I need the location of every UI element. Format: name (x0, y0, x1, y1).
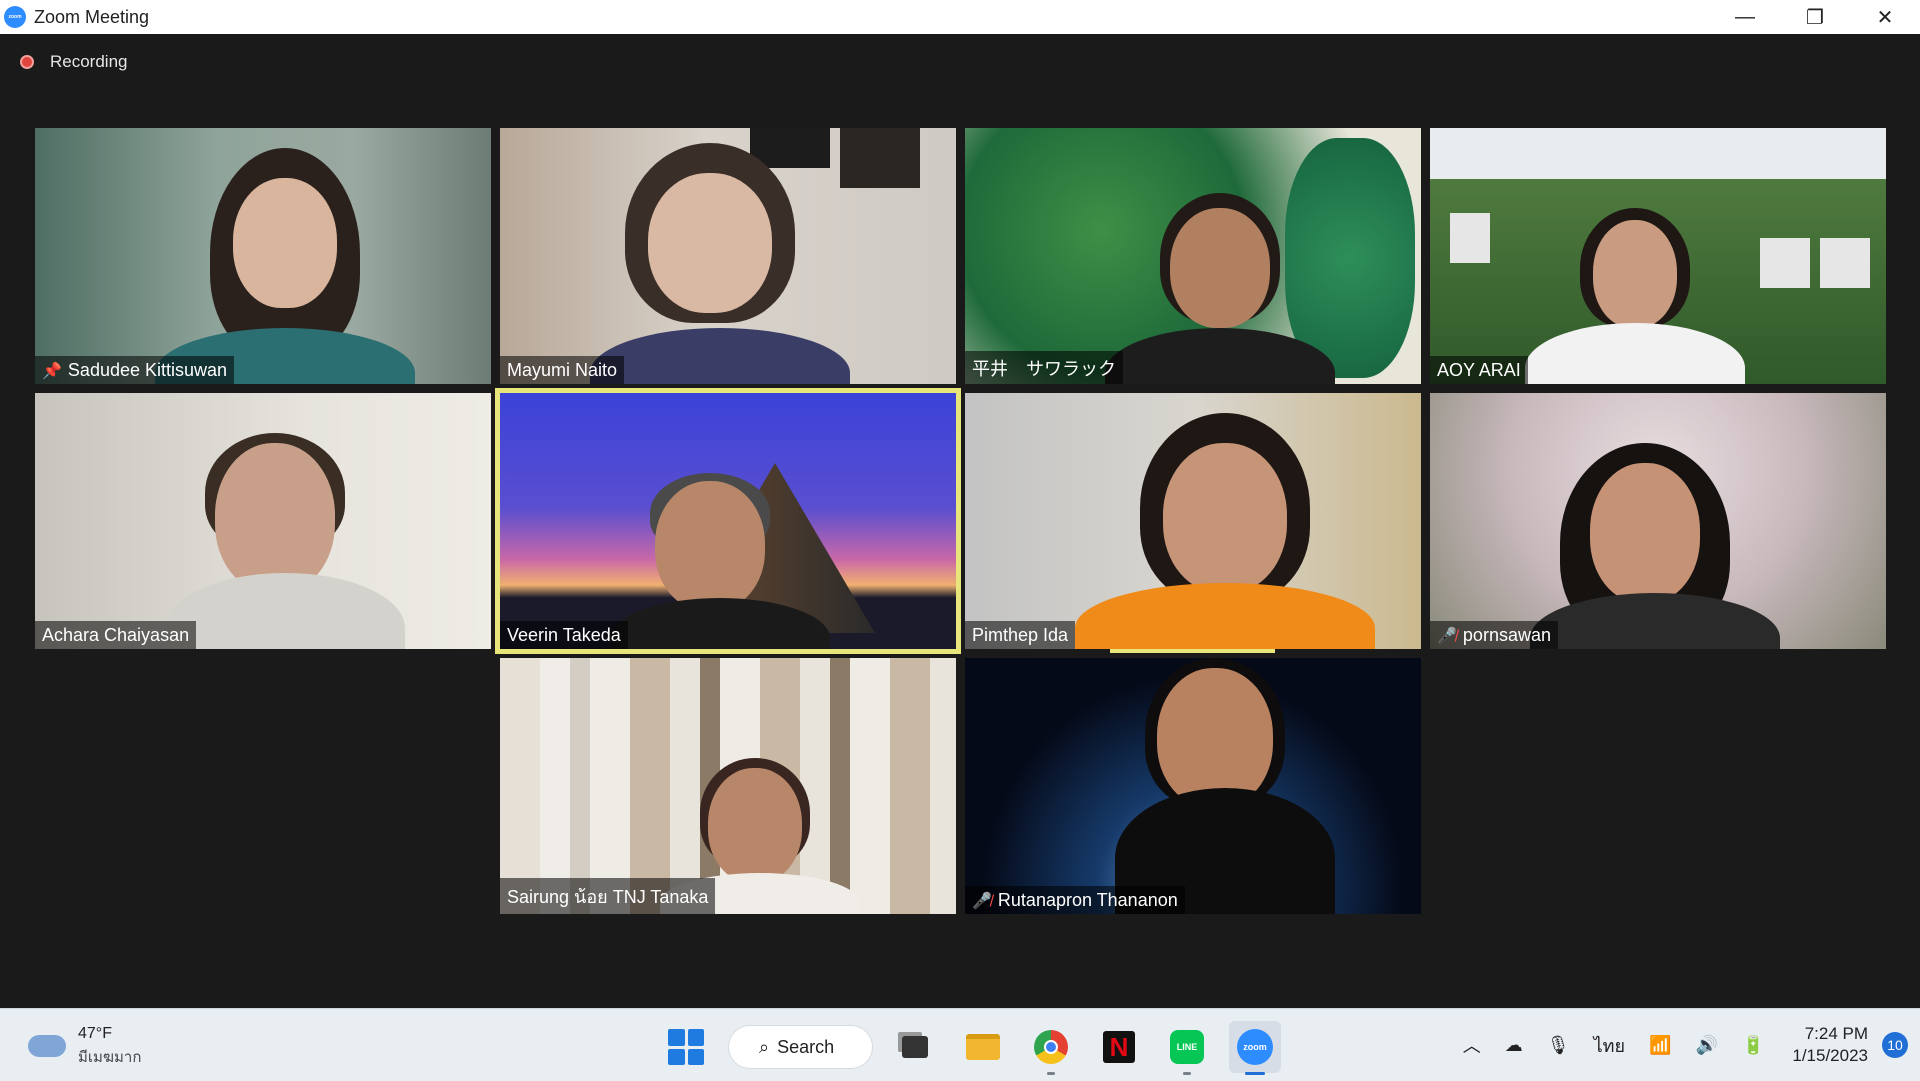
language-indicator[interactable]: ไทย (1594, 1031, 1625, 1060)
title-bar: zoom Zoom Meeting — ❐ ✕ (0, 0, 1920, 34)
search-label: Search (777, 1036, 835, 1057)
video-tile[interactable]: 平井 サワラック (965, 128, 1421, 384)
volume-icon[interactable]: 🔊 (1696, 1035, 1718, 1056)
search-icon: ⌕ (759, 1036, 770, 1057)
windows-start-icon (668, 1029, 704, 1065)
muted-mic-icon: 🎤̸ (1437, 627, 1457, 645)
muted-mic-icon: 🎤̸ (972, 892, 992, 910)
participant-name-tag: 🎤̸ pornsawan (1430, 621, 1558, 649)
clock[interactable]: 7:24 PM 1/15/2023 (1792, 1023, 1868, 1067)
taskbar: 47°F มีเมฆมาก ⌕ Search N LINE zoom ︿ ☁ 🎙… (0, 1008, 1920, 1081)
participant-name-tag: Sairung น้อย TNJ Tanaka (500, 878, 716, 914)
restore-button[interactable]: ❐ (1780, 0, 1850, 34)
participant-name-tag: 平井 サワラック (965, 351, 1123, 384)
line-icon: LINE (1170, 1030, 1204, 1064)
weather-widget[interactable]: 47°F มีเมฆมาก (28, 1023, 141, 1069)
clock-date: 1/15/2023 (1792, 1046, 1868, 1065)
running-indicator (1047, 1072, 1055, 1075)
wifi-icon[interactable]: 📶 (1649, 1035, 1671, 1056)
participant-name-tag: Achara Chaiyasan (35, 621, 197, 649)
pin-icon: 📌 (42, 362, 62, 380)
taskbar-search[interactable]: ⌕ Search (728, 1025, 873, 1069)
window-title: Zoom Meeting (34, 6, 150, 27)
participant-name: Sairung น้อย TNJ Tanaka (507, 887, 709, 907)
video-tile[interactable]: Pimthep Ida (965, 393, 1421, 649)
chrome-button[interactable] (1025, 1021, 1077, 1075)
notification-badge[interactable]: 10 (1882, 1032, 1908, 1058)
recording-label: Recording (50, 52, 128, 71)
minimize-button[interactable]: — (1710, 0, 1780, 34)
participant-name: Rutanapron Thananon (997, 890, 1178, 910)
chrome-icon (1034, 1030, 1068, 1064)
start-button[interactable] (660, 1021, 712, 1073)
participant-name: Mayumi Naito (507, 360, 618, 380)
netflix-icon: N (1103, 1031, 1135, 1063)
participant-name: pornsawan (1462, 625, 1551, 645)
battery-icon[interactable]: 🔋 (1742, 1035, 1764, 1056)
window-controls: — ❐ ✕ (1710, 0, 1920, 34)
recording-indicator[interactable]: Recording (20, 52, 128, 72)
running-indicator (1183, 1072, 1191, 1075)
recording-dot-icon (20, 55, 34, 69)
video-tile-active-speaker[interactable]: Veerin Takeda (495, 388, 961, 654)
file-explorer-button[interactable] (957, 1021, 1009, 1073)
taskbar-apps: ⌕ Search N LINE zoom (660, 1021, 1281, 1075)
video-tile[interactable]: Sairung น้อย TNJ Tanaka (500, 658, 956, 914)
participant-name: Pimthep Ida (972, 625, 1069, 645)
zoom-logo-icon: zoom (4, 6, 26, 28)
participant-name: Sadudee Kittisuwan (67, 360, 228, 380)
participant-name-tag: Pimthep Ida (965, 621, 1076, 649)
folder-icon (966, 1034, 1000, 1060)
video-tile[interactable]: AOY ARAI (1430, 128, 1886, 384)
video-tile[interactable]: Mayumi Naito (500, 128, 956, 384)
microphone-icon[interactable]: 🎙 (1547, 1035, 1570, 1056)
audio-level-bar (1110, 649, 1275, 653)
weather-desc: มีเมฆมาก (78, 1049, 142, 1066)
participant-name-tag: Mayumi Naito (500, 356, 625, 384)
cloud-icon (28, 1035, 66, 1057)
netflix-button[interactable]: N (1093, 1021, 1145, 1073)
line-button[interactable]: LINE (1161, 1021, 1213, 1075)
video-tile[interactable]: 🎤̸ Rutanapron Thananon (965, 658, 1421, 914)
participant-name-tag: 🎤̸ Rutanapron Thananon (965, 886, 1185, 914)
zoom-taskbar-button[interactable]: zoom (1229, 1021, 1281, 1075)
participant-name: Achara Chaiyasan (42, 625, 190, 645)
video-tile[interactable]: 🎤̸ pornsawan (1430, 393, 1886, 649)
zoom-icon: zoom (1237, 1029, 1273, 1065)
clock-time: 7:24 PM (1804, 1024, 1868, 1043)
participant-name-tag: AOY ARAI (1430, 356, 1528, 384)
onedrive-cloud-icon[interactable]: ☁ (1505, 1035, 1523, 1056)
participant-name-tag: Veerin Takeda (500, 621, 628, 649)
participant-name: Veerin Takeda (507, 625, 621, 645)
participant-name: 平井 サワラック (972, 359, 1116, 379)
participant-name: AOY ARAI (1437, 360, 1521, 380)
chevron-up-icon[interactable]: ︿ (1463, 1032, 1481, 1058)
system-tray: ︿ ☁ 🎙 ไทย 📶 🔊 🔋 7:24 PM 1/15/2023 10 (1451, 1009, 1920, 1081)
video-tile[interactable]: Achara Chaiyasan (35, 393, 491, 649)
weather-temp: 47°F (78, 1025, 112, 1042)
running-indicator (1245, 1072, 1265, 1075)
task-view-button[interactable] (889, 1021, 941, 1073)
close-button[interactable]: ✕ (1850, 0, 1920, 34)
task-view-icon (902, 1036, 928, 1058)
participant-name-tag: 📌 Sadudee Kittisuwan (35, 356, 235, 384)
video-tile[interactable]: 📌 Sadudee Kittisuwan (35, 128, 491, 384)
